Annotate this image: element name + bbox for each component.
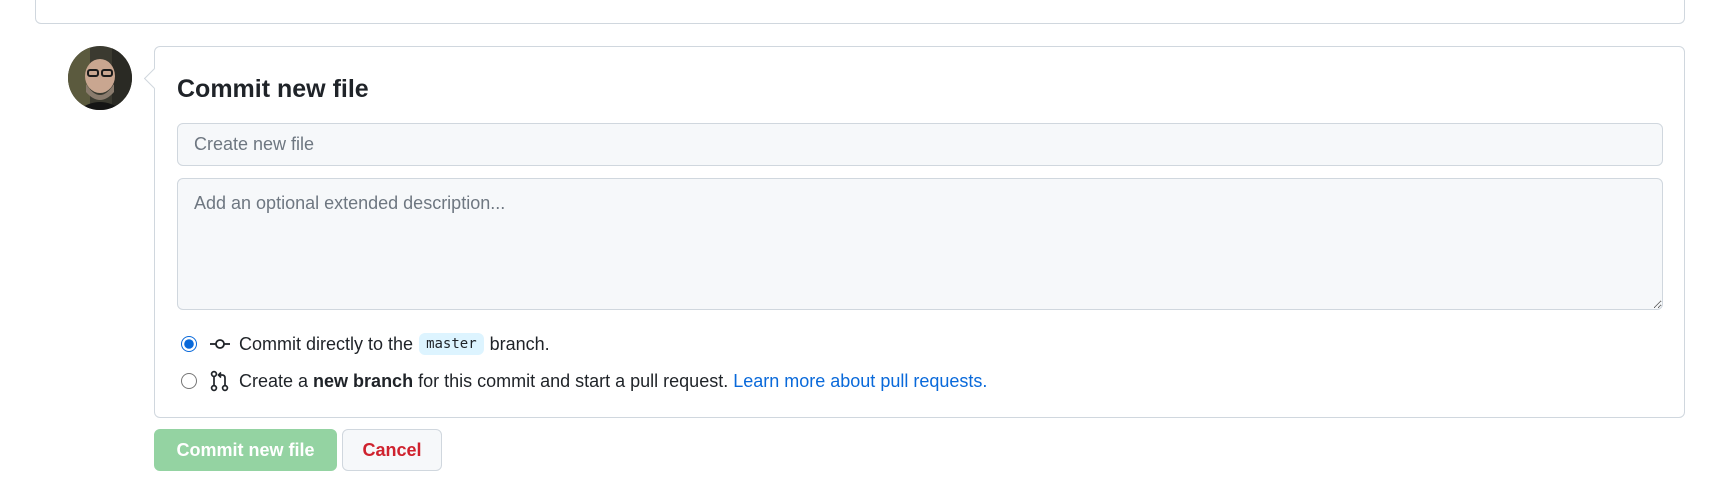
commit-form: Commit new file Commit directly to the m…: [154, 46, 1685, 418]
new-branch-radio[interactable]: [181, 373, 197, 389]
commit-directly-radio[interactable]: [181, 336, 197, 352]
commit-directly-text-suffix: branch.: [489, 333, 550, 354]
cancel-button[interactable]: Cancel: [342, 429, 442, 471]
user-avatar: [68, 46, 132, 110]
commit-summary-input[interactable]: [177, 123, 1663, 166]
commit-description-textarea[interactable]: [177, 178, 1663, 310]
commit-title: Commit new file: [177, 75, 369, 103]
new-branch-text: Create a: [239, 370, 309, 391]
commit-directly-option[interactable]: Commit directly to the master branch.: [181, 333, 550, 355]
git-pull-request-icon: [209, 370, 231, 392]
file-editor-panel: [35, 0, 1685, 24]
new-branch-bold-text: new branch: [313, 370, 414, 391]
new-branch-option[interactable]: Create a new branch for this commit and …: [181, 370, 987, 392]
branch-name-badge: master: [419, 333, 484, 355]
commit-directly-text: Commit directly to the: [239, 333, 414, 354]
learn-pull-requests-link[interactable]: Learn more about pull requests.: [733, 371, 987, 392]
commit-new-file-button[interactable]: Commit new file: [154, 429, 337, 471]
git-commit-icon: [209, 333, 231, 355]
new-branch-text-suffix: for this commit and start a pull request…: [418, 370, 729, 391]
